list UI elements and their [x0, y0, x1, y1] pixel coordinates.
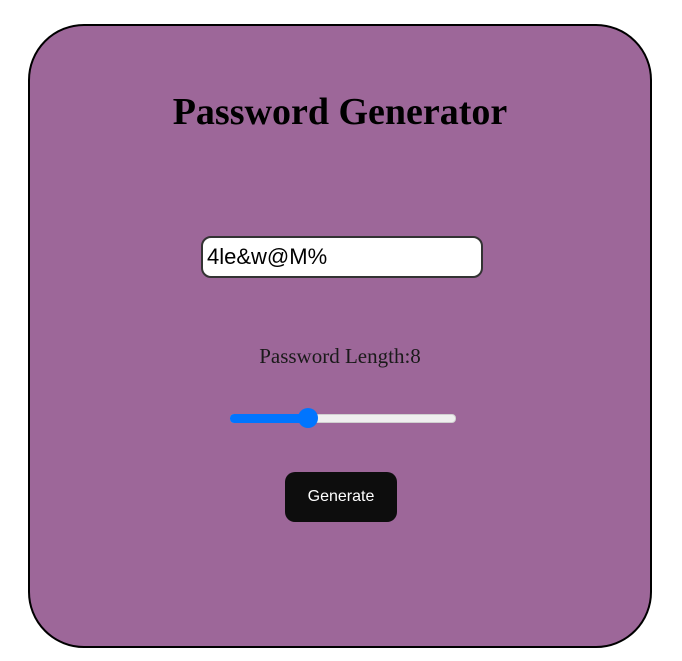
password-length-label: Password Length:: [259, 344, 411, 368]
password-output-field[interactable]: [201, 236, 483, 278]
slider-fill: [230, 414, 308, 423]
generate-button[interactable]: Generate: [285, 472, 397, 522]
slider-thumb[interactable]: [298, 408, 318, 428]
password-length-value: 8: [410, 344, 421, 368]
page-title: Password Generator: [172, 91, 508, 133]
password-generator-card: Password Generator Password Length:8 Gen…: [28, 24, 652, 648]
password-length-slider[interactable]: [230, 407, 456, 429]
password-length-display: Password Length:8: [30, 342, 650, 370]
